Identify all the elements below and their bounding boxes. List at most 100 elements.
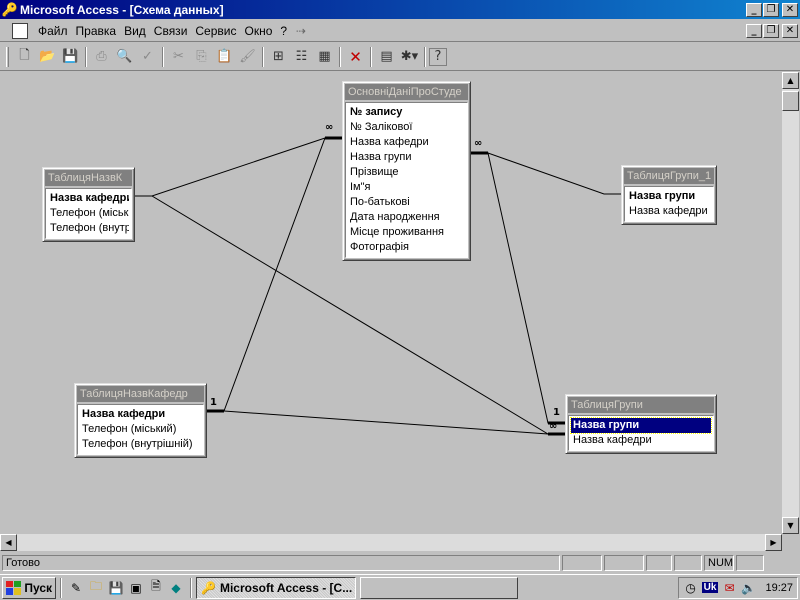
desktop-icon[interactable]: ▣ (126, 578, 146, 598)
field-item[interactable]: Місце проживання (348, 225, 465, 240)
access-key-icon: 🔑 (1, 1, 19, 17)
field-item[interactable]: № запису (348, 105, 465, 120)
scroll-up-icon[interactable]: ▲ (782, 72, 799, 89)
folder-icon[interactable]: 🗀 (86, 578, 106, 598)
document-window-icon[interactable] (12, 22, 28, 39)
field-item[interactable]: Ім"я (348, 180, 465, 195)
menu-tools[interactable]: Сервис (191, 24, 240, 38)
table-grp1[interactable]: ТаблицяГрупи_1 Назва групи Назва кафедри (621, 165, 717, 225)
scroll-down-icon[interactable]: ▼ (782, 517, 799, 534)
help-icon[interactable]: ? (429, 47, 447, 66)
scroll-right-icon[interactable]: ▶ (765, 534, 782, 551)
field-item[interactable]: Прізвище (348, 165, 465, 180)
many-marker: ∞ (549, 421, 558, 432)
menu-help[interactable]: ? (276, 24, 291, 38)
system-tray: ◷ Uk ✉ 🔈 19:27 (677, 576, 798, 599)
new-object-icon[interactable]: ✱▾ (398, 46, 421, 68)
table-title[interactable]: ТаблицяНазвК (45, 170, 132, 186)
delete-icon[interactable]: ✕ (344, 46, 367, 68)
open-icon[interactable]: 📂 (36, 46, 59, 68)
field-list: Назва групи Назва кафедри (568, 415, 714, 451)
field-item[interactable]: № Залікової (348, 120, 465, 135)
notepad-icon[interactable]: ✎ (66, 578, 86, 598)
new-icon[interactable]: 🗋 (13, 46, 36, 68)
field-item[interactable]: По-батькові (348, 195, 465, 210)
field-item[interactable]: Назва кафедри (348, 135, 465, 150)
scroll-left-icon[interactable]: ◀ (0, 534, 17, 551)
vertical-scrollbar[interactable]: ▲ ▼ (782, 72, 799, 534)
taskbar-access-button[interactable]: 🔑 Microsoft Access - [С... (196, 576, 356, 599)
menu-view[interactable]: Вид (120, 24, 150, 38)
save-icon[interactable]: 💾 (59, 46, 82, 68)
show-table-icon[interactable]: ⊞ (267, 46, 290, 68)
relationships-canvas[interactable]: ∞ ∞ 1 1 ∞ ОсновніДаніПроСтуде № запису №… (0, 72, 782, 534)
table-title[interactable]: ОсновніДаніПроСтуде (345, 84, 468, 100)
taskbar-empty-button[interactable] (360, 576, 518, 599)
field-list: № запису № Залікової Назва кафедри Назва… (345, 102, 468, 258)
field-item[interactable]: Назва кафедри (627, 204, 711, 219)
field-item[interactable]: Телефон (міськи (48, 206, 129, 221)
field-item[interactable]: Назва групи (627, 189, 711, 204)
start-button[interactable]: Пуск (2, 576, 56, 599)
horizontal-scrollbar[interactable]: ◀ ▶ (0, 534, 782, 551)
field-item[interactable]: Назва кафедри (80, 407, 201, 422)
help-pointer-icon[interactable]: ⇢ (291, 21, 311, 41)
taskbar: Пуск ✎ 🗀 💾 ▣ 🗎 ◆ 🔑 Microsoft Access - [С… (0, 574, 800, 600)
field-item-selected[interactable]: Назва групи (570, 417, 712, 434)
language-indicator[interactable]: Uk (701, 582, 719, 593)
menu-file[interactable]: Файл (34, 24, 72, 38)
relationship-line (135, 137, 342, 197)
close-button[interactable]: ✕ (782, 2, 798, 17)
menu-window[interactable]: Окно (240, 24, 276, 38)
print-icon[interactable]: ⎙ (90, 46, 113, 68)
scroll-corner (782, 534, 799, 551)
minimize-button[interactable]: _ (746, 2, 762, 17)
doc-restore-button[interactable]: ❐ (763, 23, 779, 38)
field-list: Назва кафедри Телефон (міський) Телефон … (77, 404, 204, 455)
network-icon[interactable]: ✉ (721, 578, 737, 598)
taskbar-access-label: Microsoft Access - [С... (219, 580, 353, 595)
field-item[interactable]: Дата народження (348, 210, 465, 225)
menu-bar: Файл Правка Вид Связи Сервис Окно ? ⇢ _ … (0, 20, 800, 42)
document-icon[interactable]: 🗎 (146, 578, 166, 598)
menu-relationships[interactable]: Связи (150, 24, 192, 38)
doc-close-button[interactable]: ✕ (782, 23, 798, 38)
app-icon[interactable]: ◆ (166, 578, 186, 598)
format-painter-icon[interactable]: 🖌 (236, 46, 259, 68)
field-item[interactable]: Назва кафедри (48, 191, 129, 206)
field-item[interactable]: Фотографія (348, 240, 465, 255)
show-all-icon[interactable]: ▦ (313, 46, 336, 68)
scheduler-icon[interactable]: ◷ (683, 578, 699, 598)
properties-icon[interactable]: ▤ (375, 46, 398, 68)
field-item[interactable]: Телефон (внутрі (48, 221, 129, 236)
field-item[interactable]: Телефон (внутрішній) (80, 437, 201, 452)
toolbar-grip[interactable] (6, 46, 9, 67)
table-title[interactable]: ТаблицяНазвКафедр (77, 386, 204, 402)
paste-icon[interactable]: 📋 (213, 46, 236, 68)
table-grp2[interactable]: ТаблицяГрупи Назва групи Назва кафедри (565, 394, 717, 454)
table-title[interactable]: ТаблицяГрупи (568, 397, 714, 413)
relationship-line (207, 410, 565, 435)
status-pane (562, 555, 602, 571)
volume-icon[interactable]: 🔈 (740, 578, 756, 598)
field-item[interactable]: Назва групи (348, 150, 465, 165)
doc-minimize-button[interactable]: _ (746, 23, 762, 38)
table-kaf2[interactable]: ТаблицяНазвКафедр Назва кафедри Телефон … (74, 383, 207, 458)
table-title[interactable]: ТаблицяГрупи_1 (624, 168, 714, 184)
status-bar: Готово NUM (0, 553, 800, 573)
field-item[interactable]: Телефон (міський) (80, 422, 201, 437)
access-key-icon: 🔑 (201, 580, 216, 595)
scroll-thumb[interactable] (782, 91, 799, 111)
table-kaf1[interactable]: ТаблицяНазвК Назва кафедри Телефон (місь… (42, 167, 135, 242)
floppy-icon[interactable]: 💾 (106, 578, 126, 598)
field-item[interactable]: Назва кафедри (571, 433, 711, 448)
restore-button[interactable]: ❐ (763, 2, 779, 17)
copy-icon[interactable]: ⎘ (190, 46, 213, 68)
clock[interactable]: 19:27 (765, 582, 793, 594)
table-main[interactable]: ОсновніДаніПроСтуде № запису № Залікової… (342, 81, 471, 261)
show-direct-icon[interactable]: ☷ (290, 46, 313, 68)
menu-edit[interactable]: Правка (72, 24, 121, 38)
spelling-icon[interactable]: ✓ (136, 46, 159, 68)
print-preview-icon[interactable]: 🔍 (113, 46, 136, 68)
cut-icon[interactable]: ✂ (167, 46, 190, 68)
